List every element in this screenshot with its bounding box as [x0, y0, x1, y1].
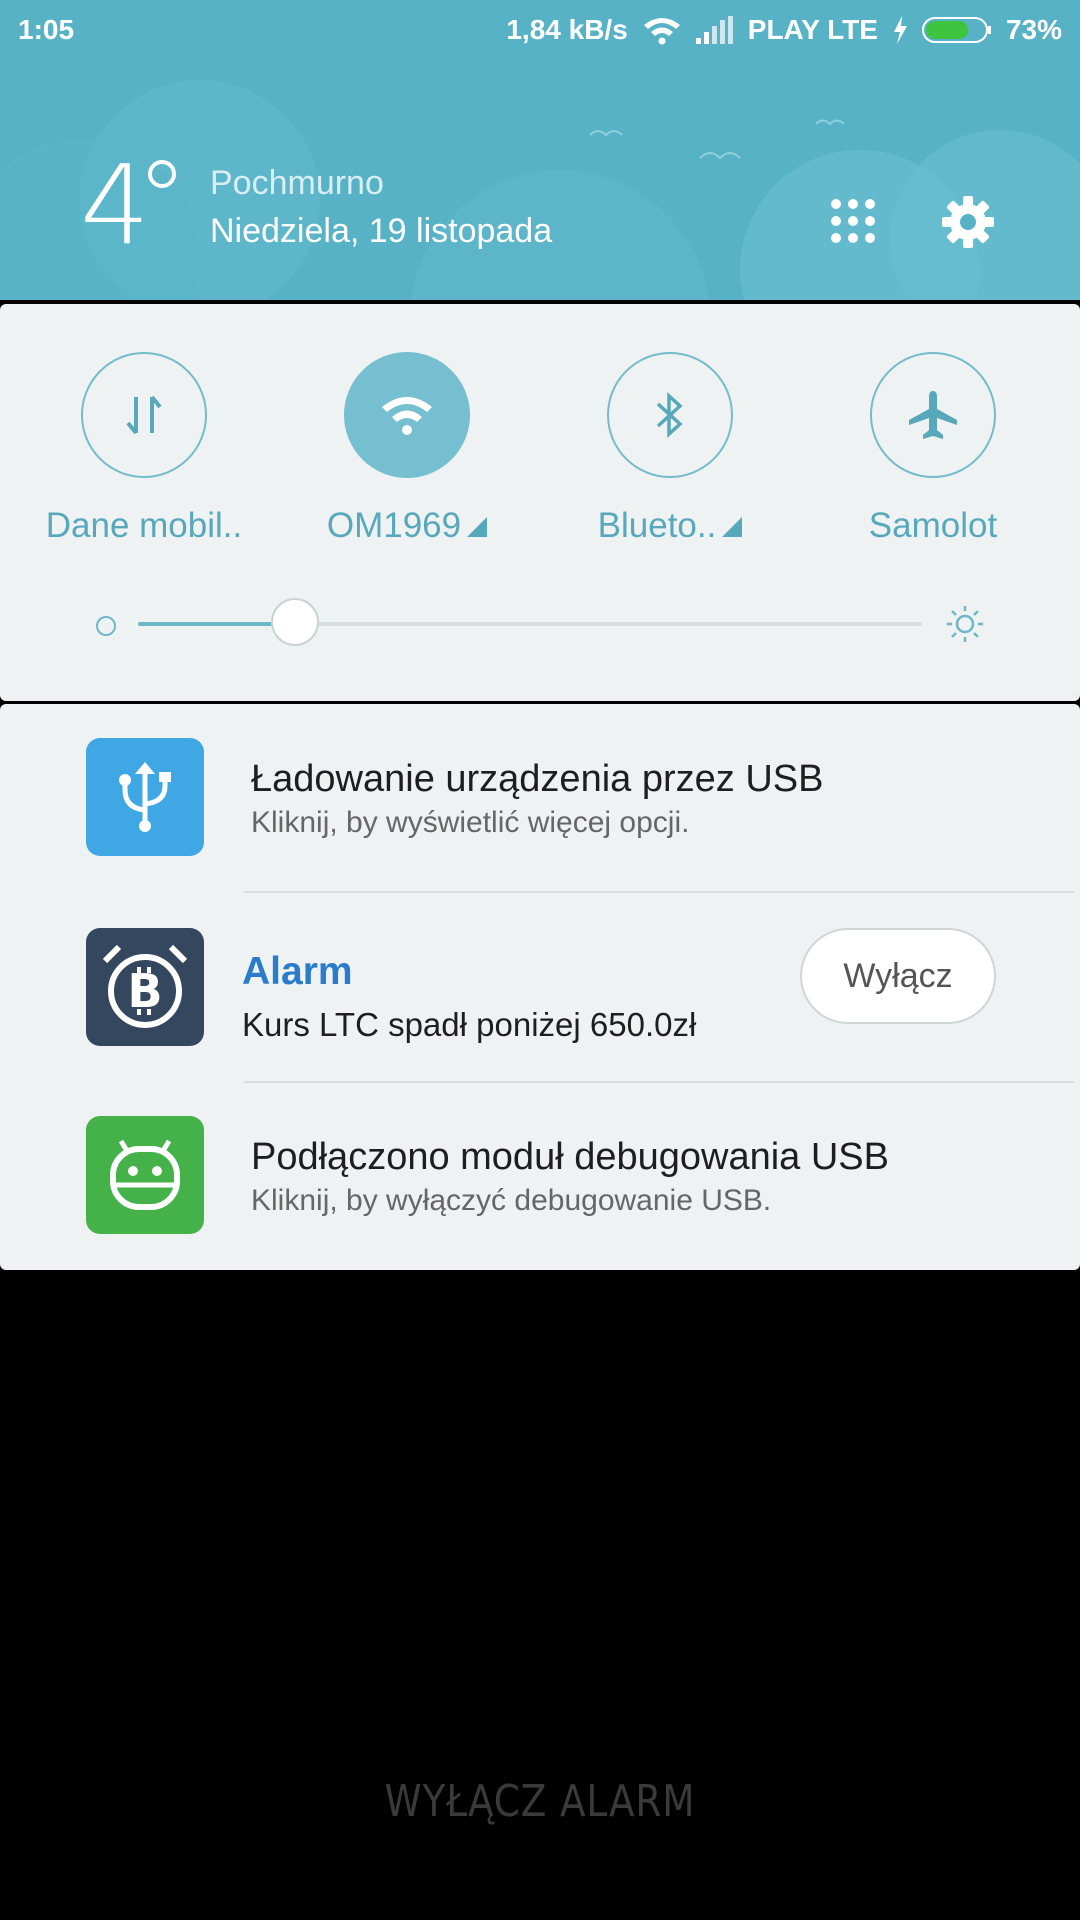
gear-icon[interactable]: [942, 196, 994, 253]
quick-settings-panel: Dane mobil.. OM1969 Blueto.. Samolot: [0, 304, 1080, 701]
toggle-label: Blueto..: [597, 506, 717, 545]
charging-icon: [892, 16, 908, 44]
notifications-panel: Ładowanie urządzenia przez USB Kliknij, …: [0, 704, 1080, 1270]
wifi-icon: [642, 15, 682, 45]
wifi-icon: [344, 352, 470, 478]
notification-text: Kurs LTC spadł poniżej 650.0zł: [242, 1006, 697, 1043]
android-icon: [86, 1116, 204, 1234]
bitcoin-alarm-icon: B: [86, 928, 204, 1046]
expand-indicator-icon: [467, 517, 488, 537]
toggle-bluetooth[interactable]: Blueto..: [560, 352, 780, 546]
dismiss-alarm-button[interactable]: WYŁĄCZ ALARM: [81, 1776, 999, 1827]
svg-text:B: B: [127, 964, 162, 1018]
notification-usb-charging[interactable]: Ładowanie urządzenia przez USB Kliknij, …: [0, 704, 1080, 892]
network-speed: 1,84 kB/s: [506, 14, 628, 45]
toggle-airplane[interactable]: Samolot: [823, 352, 1043, 546]
divider: [244, 891, 1074, 893]
weather-header: 1:05 1,84 kB/s PLAY LTE 73% 4 Pochmurno …: [0, 0, 1080, 300]
weather-condition: Pochmurno: [210, 164, 384, 202]
disable-alarm-button[interactable]: Wyłącz: [800, 928, 996, 1024]
notification-text: Kliknij, by wyświetlić więcej opcji.: [251, 806, 690, 839]
brightness-slider[interactable]: [138, 598, 922, 646]
temperature: 4: [80, 141, 150, 269]
notification-title: Alarm: [242, 950, 353, 993]
brightness-thumb[interactable]: [270, 598, 319, 646]
usb-icon: [86, 738, 204, 856]
notification-text: Kliknij, by wyłączyć debugowanie USB.: [251, 1184, 772, 1217]
carrier-name: PLAY LTE: [747, 14, 878, 45]
status-bar: 1:05 1,84 kB/s PLAY LTE 73%: [0, 0, 1080, 60]
weather-date: Niedziela, 19 listopada: [210, 212, 553, 250]
battery-percent: 73%: [1005, 14, 1062, 45]
airplane-icon: [870, 352, 996, 478]
brightness-high-icon: [945, 604, 985, 649]
brightness-low-icon: [96, 616, 116, 636]
signal-icon: [695, 16, 734, 44]
toggle-label: Samolot: [868, 506, 998, 545]
mobile-data-icon: [81, 352, 207, 478]
toggle-label: Dane mobil..: [45, 506, 243, 545]
notification-alarm[interactable]: B Alarm Kurs LTC spadł poniżej 650.0zł W…: [0, 894, 1080, 1082]
notification-usb-debugging[interactable]: Podłączono moduł debugowania USB Kliknij…: [0, 1082, 1080, 1270]
notification-title: Ładowanie urządzenia przez USB: [251, 758, 824, 800]
battery-icon: [921, 16, 992, 44]
toggle-wifi[interactable]: OM1969: [297, 352, 517, 546]
toggle-mobile-data[interactable]: Dane mobil..: [34, 352, 254, 546]
degree-symbol: [148, 160, 176, 188]
status-time: 1:05: [18, 14, 75, 45]
bluetooth-icon: [607, 352, 733, 478]
toggle-label: OM1969: [326, 506, 462, 545]
expand-indicator-icon: [722, 517, 743, 537]
apps-grid-icon[interactable]: [830, 198, 876, 249]
notification-title: Podłączono moduł debugowania USB: [251, 1136, 889, 1178]
